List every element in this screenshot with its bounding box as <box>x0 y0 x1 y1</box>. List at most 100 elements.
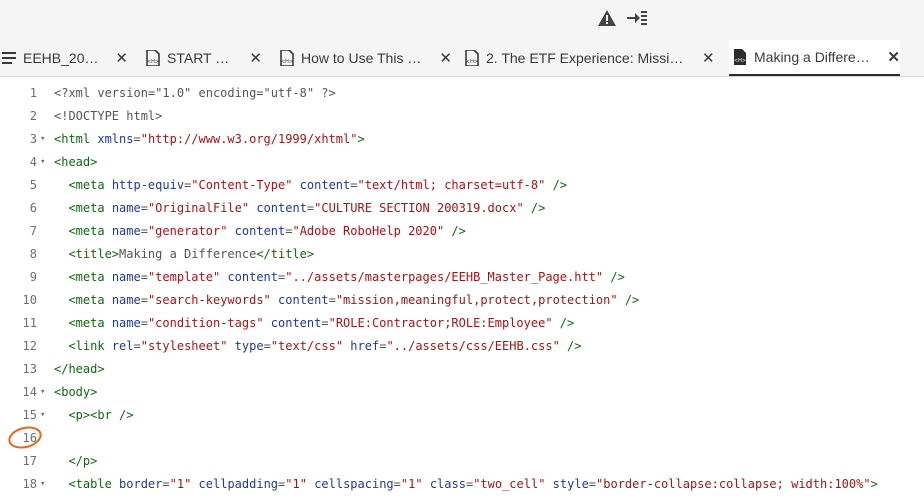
close-icon[interactable]: ✕ <box>702 51 715 66</box>
code-token: href <box>350 339 380 353</box>
code-line[interactable]: 6 <meta name="OriginalFile" content="CUL… <box>0 197 924 220</box>
code-token: "http://www.w3.org/1999/xhtml" <box>140 132 358 146</box>
code-line[interactable]: 4 ▾ <head> <box>0 151 924 174</box>
code-line[interactable]: 13 </head> <box>0 358 924 381</box>
code-token: "two_cell" <box>473 477 546 491</box>
code-token: /> <box>523 201 546 215</box>
code-token: xmlns <box>97 132 134 146</box>
code-token: = <box>140 293 148 307</box>
code-token: name <box>111 293 141 307</box>
warning-icon[interactable] <box>596 8 618 28</box>
code-line[interactable]: 16 <box>0 427 924 450</box>
code-line[interactable]: 15 ▾ <p><br /> <box>0 404 924 427</box>
code-token: "CULTURE SECTION 200319.docx" <box>314 201 524 215</box>
fold-arrow-icon[interactable]: ▾ <box>40 151 48 174</box>
close-icon[interactable]: ✕ <box>439 51 452 66</box>
code-token: = <box>350 178 358 192</box>
line-number: 15 <box>22 408 37 422</box>
code-line[interactable]: 3 ▾ <html xmlns="http://www.w3.org/1999/xh… <box>0 128 924 151</box>
code-token: <table <box>68 477 120 491</box>
tab-etf-experience[interactable]: <H> 2. The ETF Experience: Mission-D... … <box>465 40 715 76</box>
code-token: "1" <box>169 477 192 491</box>
code-text: <head> <box>54 151 97 174</box>
line-number: 18 <box>22 477 37 491</box>
code-line[interactable]: 12 <link rel="stylesheet" type="text/css… <box>0 335 924 358</box>
line-number: 1 <box>29 86 37 100</box>
code-token: <link <box>68 339 112 353</box>
close-icon[interactable]: ✕ <box>249 51 262 66</box>
code-editor[interactable]: 1 <?xml version="1.0" encoding="utf-8" ?>… <box>0 77 924 502</box>
code-token: "border-collapse:collapse; width:100%" <box>596 477 871 491</box>
fold-arrow-icon[interactable]: ▾ <box>40 473 48 496</box>
code-token: "search-keywords" <box>147 293 271 307</box>
tab-how-to-use-this-book[interactable]: <H> How to Use This Book ✕ <box>280 40 452 76</box>
close-icon[interactable]: ✕ <box>115 51 128 66</box>
line-number: 9 <box>29 270 37 284</box>
code-token: <?xml version="1.0" encoding="utf-8" ?> <box>54 86 336 100</box>
code-token: type <box>234 339 264 353</box>
code-token: = <box>263 339 271 353</box>
code-token: <p><br /> <box>68 408 134 422</box>
tab-eehb-200807[interactable]: EEHB_200807 ✕ <box>2 40 128 76</box>
tab-making-a-difference[interactable]: <H> Making a Difference ✕ <box>729 40 900 76</box>
line-number: 5 <box>29 178 37 192</box>
close-icon[interactable]: ✕ <box>887 50 900 65</box>
code-line[interactable]: 9 <meta name="template" content="../asse… <box>0 266 924 289</box>
code-text: <html xmlns="http://www.w3.org/1999/xhtm… <box>54 128 365 151</box>
code-token: = <box>588 477 597 491</box>
code-line[interactable]: 18 ▾ <table border="1" cellpadding="1" ce… <box>0 473 924 496</box>
code-token: name <box>111 270 141 284</box>
code-text: <meta http-equiv="Content-Type" content=… <box>54 174 567 197</box>
code-token: class <box>429 477 466 491</box>
code-token: name <box>111 316 141 330</box>
code-token: name <box>111 201 141 215</box>
tab-start-here[interactable]: <H> START HERE ✕ <box>146 40 262 76</box>
code-token: /> <box>545 178 568 192</box>
code-token: </title> <box>256 247 315 261</box>
tab-label: How to Use This Book <box>301 50 428 66</box>
code-token: = <box>162 477 170 491</box>
code-token: <meta <box>68 201 112 215</box>
code-token: <meta <box>68 316 112 330</box>
code-line[interactable]: 10 <meta name="search-keywords" content=… <box>0 289 924 312</box>
code-token: content <box>234 224 286 238</box>
code-line[interactable]: 7 <meta name="generator" content="Adobe … <box>0 220 924 243</box>
line-number: 6 <box>29 201 37 215</box>
code-token: = <box>140 270 148 284</box>
code-token: Making a Difference <box>119 247 257 261</box>
line-number: 17 <box>22 454 37 468</box>
fold-arrow-icon[interactable]: ▾ <box>40 381 48 404</box>
svg-text:<H>: <H> <box>734 58 746 64</box>
code-line[interactable]: 17 </p> <box>0 450 924 473</box>
code-token: rel <box>111 339 134 353</box>
code-line[interactable]: 1 <?xml version="1.0" encoding="utf-8" ?> <box>0 82 924 105</box>
code-token: "Adobe RoboHelp 2020" <box>292 224 445 238</box>
svg-text:<H>: <H> <box>281 59 293 65</box>
code-line[interactable]: 8 <title>Making a Difference</title> <box>0 243 924 266</box>
code-line[interactable]: 11 <meta name="condition-tags" content="… <box>0 312 924 335</box>
code-token: = <box>328 293 336 307</box>
tab-label: Making a Difference <box>754 49 876 65</box>
fold-arrow-icon[interactable]: ▾ <box>40 404 48 427</box>
code-token: <!DOCTYPE html> <box>54 109 163 123</box>
line-number: 10 <box>22 293 37 307</box>
html-file-icon: <H> <box>146 50 160 66</box>
code-text: <meta name="condition-tags" content="ROL… <box>54 312 574 335</box>
code-token: = <box>321 316 329 330</box>
code-token: </head> <box>54 362 105 376</box>
code-token: "1" <box>400 477 423 491</box>
code-line[interactable]: 14 ▾ <body> <box>0 381 924 404</box>
line-number: 12 <box>22 339 37 353</box>
import-icon[interactable] <box>626 8 648 28</box>
code-line[interactable]: 2 <!DOCTYPE html> <box>0 105 924 128</box>
fold-arrow-icon[interactable]: ▾ <box>40 128 48 151</box>
code-line[interactable]: 5 <meta http-equiv = "Content-Type" conten… <box>0 174 924 197</box>
svg-text:<H>: <H> <box>466 59 478 65</box>
html-file-icon: <H> <box>280 50 294 66</box>
code-token: content <box>299 178 351 192</box>
code-token: content <box>227 270 279 284</box>
code-token: > <box>870 477 878 491</box>
